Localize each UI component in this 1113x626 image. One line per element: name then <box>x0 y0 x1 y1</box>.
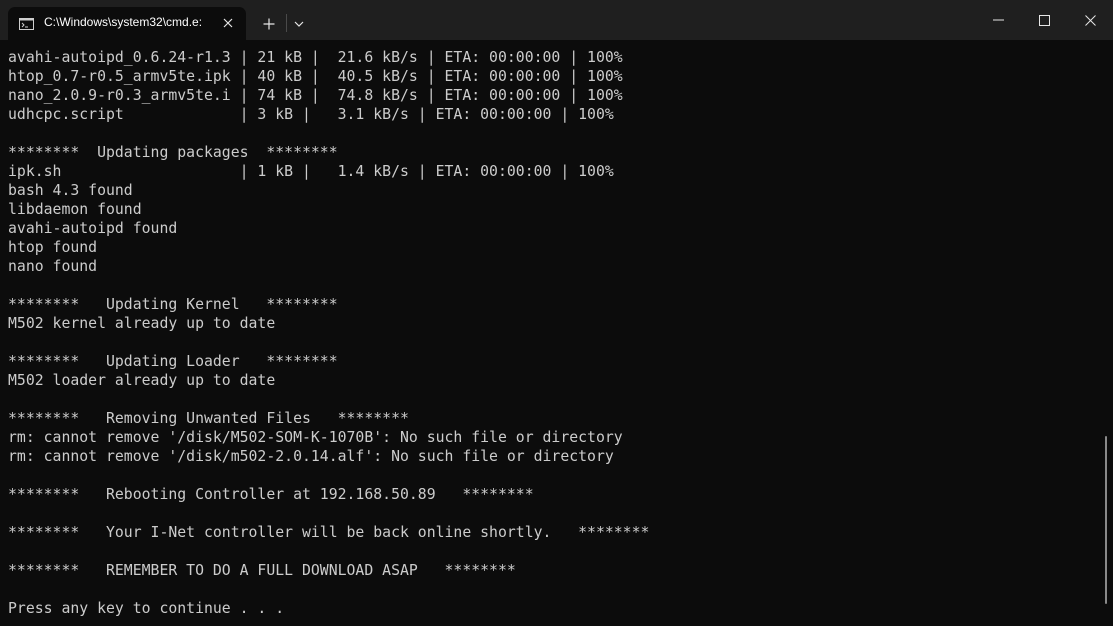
terminal-line: avahi-autoipd_0.6.24-r1.3 | 21 kB | 21.6… <box>8 49 623 66</box>
minimize-icon[interactable] <box>975 0 1021 40</box>
terminal-line: rm: cannot remove '/disk/m502-2.0.14.alf… <box>8 448 614 465</box>
plus-icon[interactable] <box>258 13 280 35</box>
scrollbar-thumb[interactable] <box>1105 436 1107 604</box>
terminal-line: ******** Updating Loader ******** <box>8 353 338 370</box>
terminal-line: nano found <box>8 258 98 275</box>
tab-close-icon[interactable] <box>218 13 238 33</box>
maximize-icon[interactable] <box>1021 0 1067 40</box>
cmd-icon <box>19 17 34 30</box>
terminal-line: ******** Rebooting Controller at 192.168… <box>8 486 534 503</box>
terminal-window: C:\Windows\system32\cmd.e: avahi-autoipd… <box>0 0 1113 626</box>
terminal-line: bash 4.3 found <box>8 182 133 199</box>
terminal-output[interactable]: avahi-autoipd_0.6.24-r1.3 | 21 kB | 21.6… <box>8 48 1098 624</box>
terminal-line: M502 kernel already up to date <box>8 315 276 332</box>
titlebar-divider <box>286 14 287 32</box>
terminal-line: htop found <box>8 239 98 256</box>
terminal-line: ******** Updating packages ******** <box>8 144 338 161</box>
terminal-line: libdaemon found <box>8 201 142 218</box>
close-icon[interactable] <box>1067 0 1113 40</box>
chevron-down-icon[interactable] <box>290 13 308 35</box>
terminal-line: nano_2.0.9-r0.3_armv5te.i | 74 kB | 74.8… <box>8 87 623 104</box>
terminal-line: M502 loader already up to date <box>8 372 276 389</box>
terminal-line: ******** Your I-Net controller will be b… <box>8 524 650 541</box>
terminal-line: avahi-autoipd found <box>8 220 178 237</box>
title-bar[interactable]: C:\Windows\system32\cmd.e: <box>0 0 1113 40</box>
terminal-line: ******** Updating Kernel ******** <box>8 296 338 313</box>
terminal-line: htop_0.7-r0.5_armv5te.ipk | 40 kB | 40.5… <box>8 68 623 85</box>
terminal-line: ******** Removing Unwanted Files *******… <box>8 410 409 427</box>
terminal-line: udhcpc.script | 3 kB | 3.1 kB/s | ETA: 0… <box>8 106 614 123</box>
terminal-line: ipk.sh | 1 kB | 1.4 kB/s | ETA: 00:00:00… <box>8 163 614 180</box>
terminal-line: rm: cannot remove '/disk/M502-SOM-K-1070… <box>8 429 623 446</box>
tab-cmd[interactable]: C:\Windows\system32\cmd.e: <box>8 7 246 40</box>
tab-title: C:\Windows\system32\cmd.e: <box>44 15 203 29</box>
terminal-line: Press any key to continue . . . <box>8 600 285 617</box>
terminal-line: ******** REMEMBER TO DO A FULL DOWNLOAD … <box>8 562 516 579</box>
